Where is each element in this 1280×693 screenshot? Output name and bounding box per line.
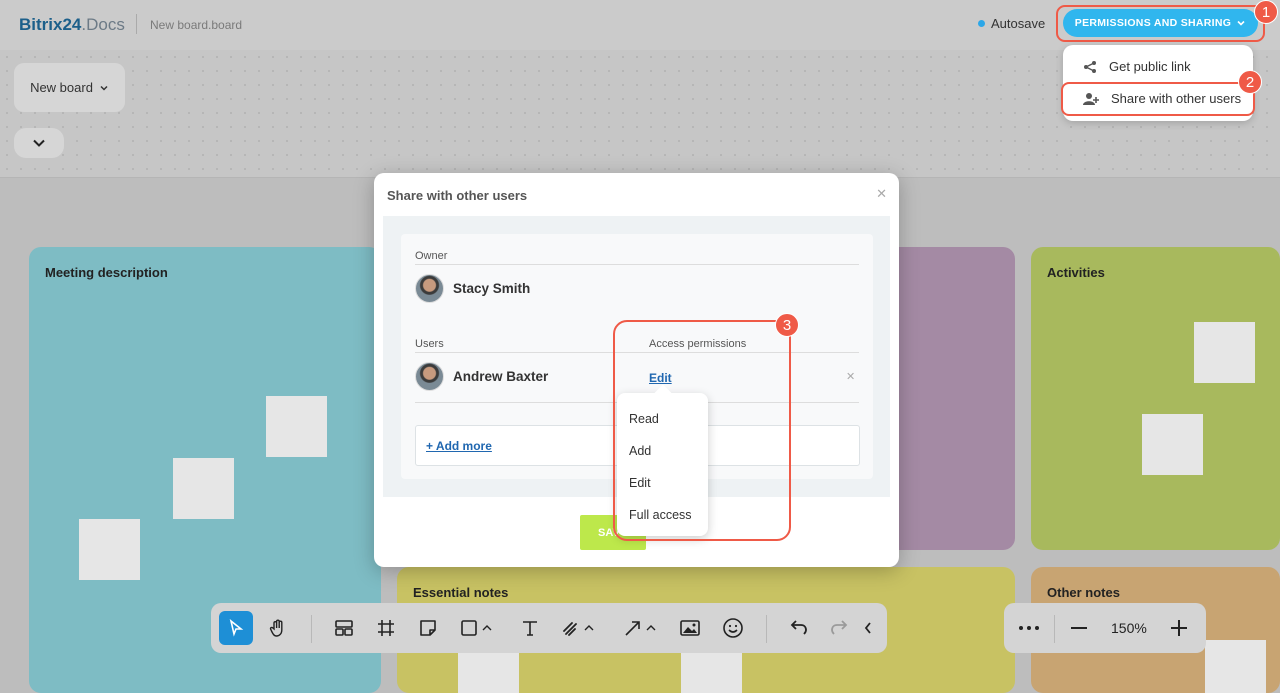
sticky-note[interactable] xyxy=(266,396,327,457)
shape-tool-button[interactable] xyxy=(455,611,501,645)
text-tool-button[interactable] xyxy=(513,611,547,645)
collapse-button[interactable] xyxy=(14,128,64,158)
highlight-box-1 xyxy=(1056,5,1265,42)
zoom-out-button[interactable] xyxy=(1062,611,1096,645)
sticky-note[interactable] xyxy=(1194,322,1255,383)
divider xyxy=(136,14,137,34)
collapse-toolbar-button[interactable] xyxy=(855,611,881,645)
panel-title: Meeting description xyxy=(45,265,168,280)
panel-purple[interactable] xyxy=(885,247,1015,550)
file-name[interactable]: New board.board xyxy=(150,18,242,32)
square-shape-icon xyxy=(461,620,492,636)
divider xyxy=(311,615,312,643)
redo-icon xyxy=(831,620,848,635)
panel-title: Essential notes xyxy=(413,585,509,600)
status-dot-icon xyxy=(978,20,985,27)
app-logo[interactable]: Bitrix24.Docs xyxy=(19,15,125,35)
frame-tool-button[interactable] xyxy=(369,611,403,645)
owner-name: Stacy Smith xyxy=(453,281,531,296)
users-label: Users xyxy=(415,338,444,350)
minus-icon xyxy=(1071,627,1087,629)
dialog-title: Share with other users xyxy=(387,188,528,203)
avatar xyxy=(415,274,444,303)
layout-tool-button[interactable] xyxy=(327,611,361,645)
chevron-down-icon xyxy=(100,85,108,91)
arrow-icon xyxy=(625,621,656,636)
sticky-note-tool-button[interactable] xyxy=(411,611,445,645)
user-row: Andrew Baxter xyxy=(415,362,548,391)
sticky-note[interactable] xyxy=(1142,414,1203,475)
panel-activities[interactable]: Activities xyxy=(1031,247,1280,550)
hand-icon xyxy=(269,619,283,637)
step-badge-2: 2 xyxy=(1238,70,1262,94)
cursor-icon xyxy=(229,619,244,637)
sticky-note-icon xyxy=(420,620,436,636)
sticky-note[interactable] xyxy=(79,519,140,580)
layout-icon xyxy=(335,620,353,636)
pen-icon xyxy=(563,622,594,636)
chevron-down-icon xyxy=(33,139,45,147)
user-name: Andrew Baxter xyxy=(453,369,549,384)
zoom-toolbar: 150% xyxy=(1004,603,1206,653)
chevron-left-icon xyxy=(864,622,871,634)
step-badge-3: 3 xyxy=(775,313,799,337)
connector-tool-button[interactable] xyxy=(619,611,665,645)
redo-button[interactable] xyxy=(823,611,857,645)
close-icon[interactable]: ✕ xyxy=(876,186,887,202)
undo-button[interactable] xyxy=(781,611,815,645)
menu-item-get-public-link[interactable]: Get public link xyxy=(1083,59,1191,74)
highlight-box-3 xyxy=(613,320,791,541)
owner-row: Stacy Smith xyxy=(415,274,530,303)
text-icon xyxy=(523,621,537,636)
hand-tool-button[interactable] xyxy=(261,611,295,645)
add-more-link[interactable]: + Add more xyxy=(426,439,492,453)
panel-title: Other notes xyxy=(1047,585,1120,600)
divider xyxy=(1054,615,1055,643)
remove-user-icon[interactable]: ✕ xyxy=(846,370,855,383)
sticky-note[interactable] xyxy=(173,458,234,519)
frame-icon xyxy=(378,620,394,636)
divider xyxy=(415,264,859,265)
panel-title: Activities xyxy=(1047,265,1105,280)
undo-icon xyxy=(790,620,807,635)
more-dots-icon xyxy=(1019,626,1039,630)
zoom-level: 150% xyxy=(1111,620,1147,636)
image-tool-button[interactable] xyxy=(673,611,707,645)
select-tool-button[interactable] xyxy=(219,611,253,645)
more-options-button[interactable] xyxy=(1012,611,1046,645)
divider xyxy=(766,615,767,643)
emoji-tool-button[interactable] xyxy=(716,611,750,645)
autosave-status: Autosave xyxy=(978,16,1045,31)
image-icon xyxy=(680,620,700,636)
board-selector-button[interactable]: New board xyxy=(14,63,125,112)
zoom-in-button[interactable] xyxy=(1162,611,1196,645)
pen-tool-button[interactable] xyxy=(557,611,603,645)
share-icon xyxy=(1084,60,1096,73)
emoji-icon xyxy=(723,618,743,638)
highlight-box-2 xyxy=(1061,82,1255,116)
owner-label: Owner xyxy=(415,250,448,262)
sticky-note[interactable] xyxy=(1205,640,1266,693)
plus-icon xyxy=(1171,620,1187,636)
bottom-toolbar xyxy=(211,603,887,653)
step-badge-1: 1 xyxy=(1254,0,1278,24)
avatar xyxy=(415,362,444,391)
